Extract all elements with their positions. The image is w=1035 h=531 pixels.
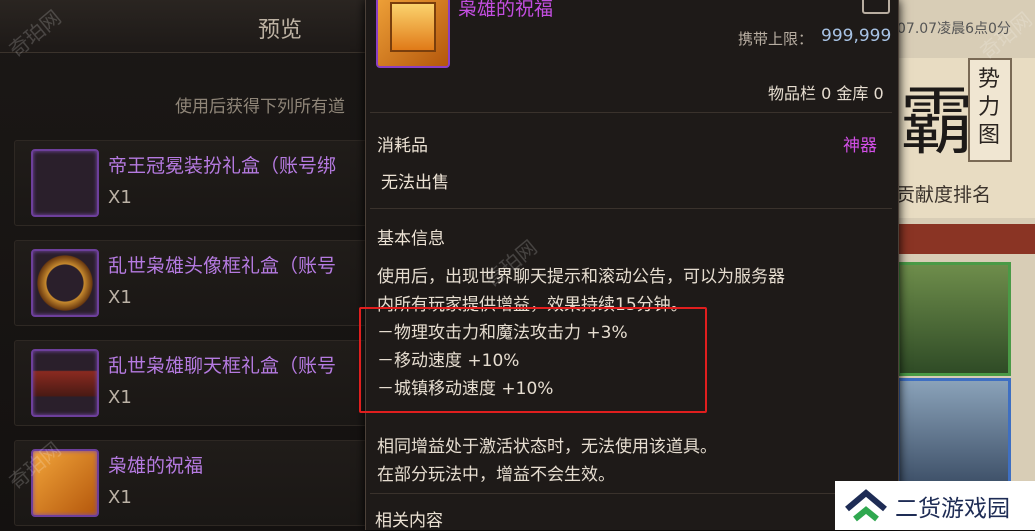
reward-item-chat-frame[interactable]: 乱世枭雄聊天框礼盒（账号 X1: [14, 340, 382, 426]
note-line: 在部分玩法中，增益不会生效。: [377, 465, 615, 485]
edit-icon[interactable]: [862, 0, 890, 14]
territory-map-label: 势力图: [977, 67, 1000, 148]
general-portrait[interactable]: [897, 262, 1011, 376]
reward-item-crown[interactable]: 帝王冠冕装扮礼盒（账号绑 X1: [14, 140, 382, 226]
reward-qty: X1: [108, 287, 132, 308]
reward-qty: X1: [108, 387, 132, 408]
banner-character: 霸: [900, 79, 974, 165]
reward-qty: X1: [108, 187, 132, 208]
logo-text: 二货游戏园: [895, 496, 1010, 522]
reward-qty: X1: [108, 487, 132, 508]
reward-name: 乱世枭雄头像框礼盒（账号: [108, 255, 337, 277]
related-content-header: 相关内容: [375, 511, 443, 531]
preview-subtitle: 使用后获得下列所有道: [175, 97, 345, 117]
reward-name: 帝王冠冕装扮礼盒（账号绑: [108, 155, 337, 177]
contribution-rank-label[interactable]: 贡献度排名: [896, 180, 991, 207]
basic-info-header: 基本信息: [377, 229, 445, 249]
item-category: 消耗品: [377, 136, 428, 156]
buff-highlight-box: [359, 307, 707, 413]
chevron-logo-icon: [845, 489, 887, 522]
avatar-frame-icon: [31, 249, 99, 317]
crown-box-icon: [31, 149, 99, 217]
general-portrait[interactable]: [897, 378, 1011, 492]
reward-item-blessing[interactable]: 枭雄的祝福 X1: [14, 440, 382, 526]
item-rarity: 神器: [843, 136, 877, 156]
item-name: 枭雄的祝福: [458, 0, 554, 20]
carry-limit-value: 999,999: [821, 26, 892, 46]
rank-strip: [895, 224, 1035, 254]
note-line: 相同增益处于激活状态时，无法使用该道具。: [377, 437, 717, 457]
chest-lid-icon: [390, 2, 436, 52]
reward-name: 枭雄的祝福: [108, 455, 204, 477]
sell-status: 无法出售: [381, 173, 449, 193]
chat-frame-icon: [31, 349, 99, 417]
reward-item-avatar-frame[interactable]: 乱世枭雄头像框礼盒（账号 X1: [14, 240, 382, 326]
divider: [370, 112, 892, 113]
preview-title: 预览: [258, 18, 303, 43]
carry-limit-label: 携带上限：: [738, 30, 814, 48]
storage-count: 物品栏 0 金库 0: [768, 84, 884, 103]
divider: [370, 493, 892, 494]
reward-name: 乱世枭雄聊天框礼盒（账号: [108, 355, 337, 377]
description-line: 使用后，出现世界聊天提示和滚动公告，可以为服务器: [377, 267, 785, 287]
divider: [370, 208, 892, 209]
